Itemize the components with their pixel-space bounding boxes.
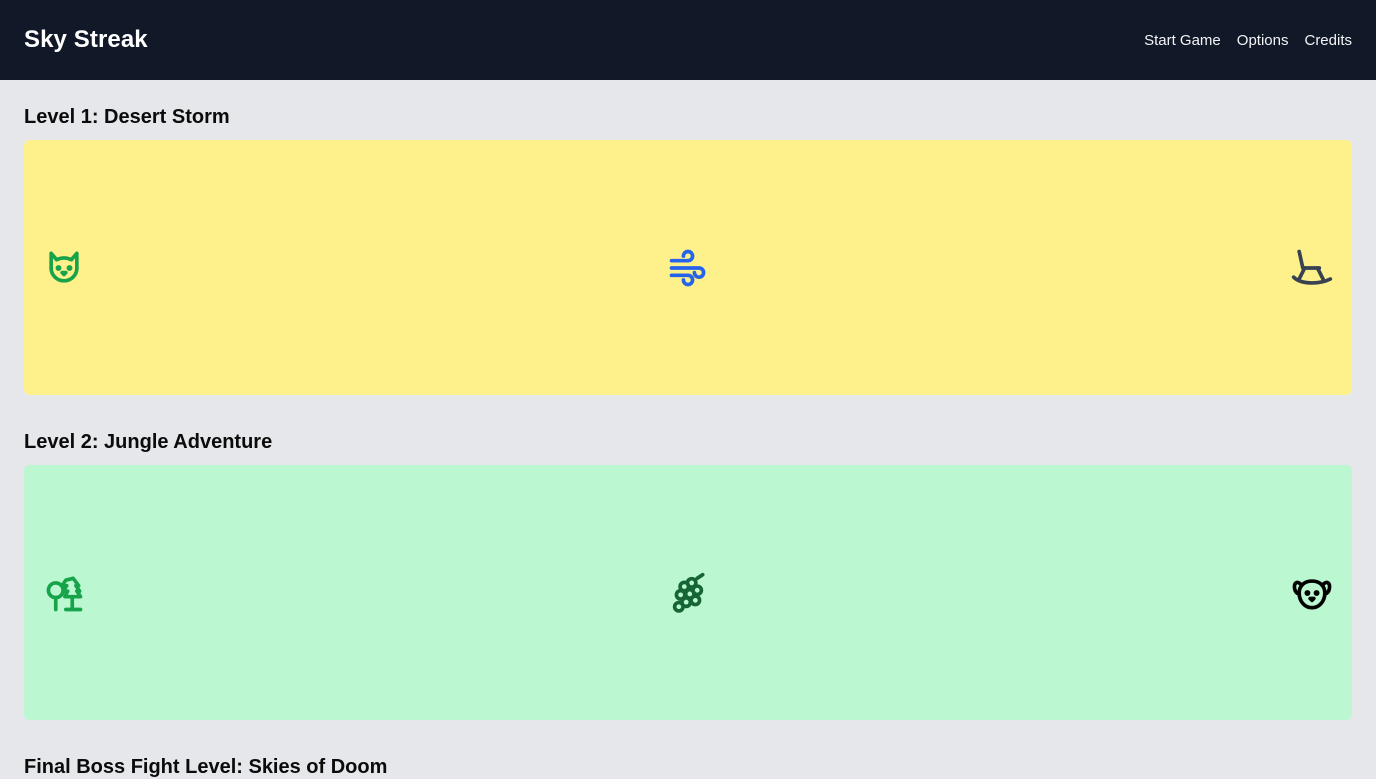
nav-start-game[interactable]: Start Game: [1144, 32, 1221, 49]
level-section: Final Boss Fight Level: Skies of Doom: [24, 720, 1352, 779]
nav-credits[interactable]: Credits: [1304, 32, 1352, 49]
level-title: Level 1: Desert Storm: [24, 106, 230, 128]
nav-options[interactable]: Options: [1237, 32, 1289, 49]
level-panel[interactable]: [24, 465, 1352, 720]
wind-icon: [666, 246, 710, 290]
level-list: Level 1: Desert Storm Level 2: Jungle Ad…: [0, 80, 1376, 779]
grapes-icon: [666, 571, 710, 615]
app-title: Sky Streak: [24, 26, 148, 53]
dog-icon: [1290, 571, 1334, 615]
level-panel[interactable]: [24, 140, 1352, 395]
level-title: Level 2: Jungle Adventure: [24, 431, 273, 453]
trees-icon: [42, 571, 86, 615]
rocking-chair-icon: [1290, 246, 1334, 290]
cat-icon: [42, 246, 86, 290]
level-section: Level 1: Desert Storm: [24, 80, 1352, 395]
main-nav: Start Game Options Credits: [1144, 32, 1352, 49]
level-section: Level 2: Jungle Adventure: [24, 395, 1352, 720]
top-bar: Sky Streak Start Game Options Credits: [0, 0, 1376, 80]
